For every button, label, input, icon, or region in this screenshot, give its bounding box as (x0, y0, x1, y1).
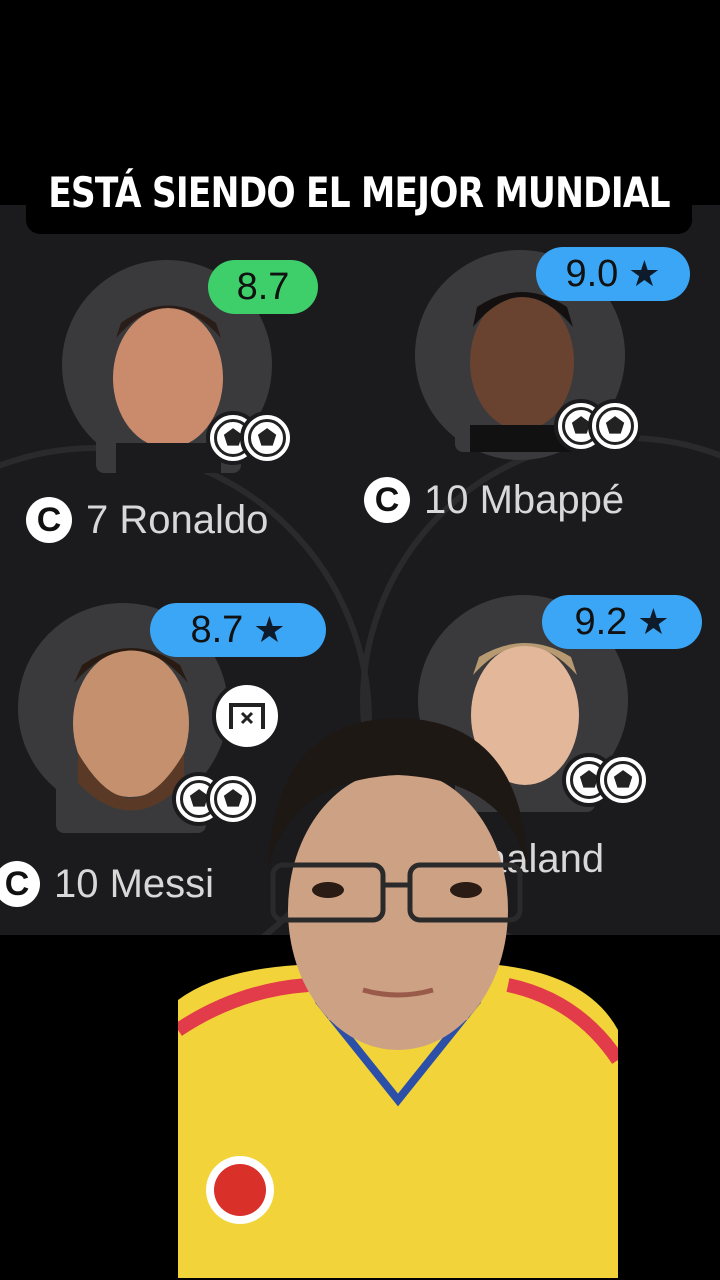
player-name: 7 Ronaldo (86, 497, 269, 542)
rating-value: 8.7 (190, 608, 244, 651)
player-name-row: C 7 Ronaldo (26, 497, 268, 543)
creator-webcam-overlay (178, 700, 618, 1278)
rating-value: 9.0 (565, 252, 619, 295)
player-card-ronaldo[interactable]: 8.7 ⬟ ⬟ C 7 Ronaldo (0, 205, 360, 565)
soccer-ball-icon: ⬟ (240, 411, 294, 465)
caption-text: ESTÁ SIENDO EL MEJOR MUNDIAL (48, 167, 670, 217)
caption-banner: ESTÁ SIENDO EL MEJOR MUNDIAL (26, 150, 692, 234)
captain-icon: C (26, 497, 72, 543)
captain-icon: C (0, 861, 40, 907)
player-name-row: C 10 Mbappé (364, 477, 624, 523)
soccer-ball-icon: ⬟ (588, 399, 642, 453)
star-icon: ★ (637, 601, 670, 642)
player-rating-badge-messi: 8.7 ★ (150, 603, 326, 657)
player-rating-badge: 8.7 (208, 260, 318, 314)
goal-icons: ⬟ ⬟ (554, 399, 642, 453)
star-icon: ★ (628, 253, 661, 294)
captain-icon: C (364, 477, 410, 523)
rating-value: 8.7 (236, 265, 290, 308)
player-rating-badge: 9.2 ★ (542, 595, 702, 649)
goal-icons: ⬟ ⬟ (206, 411, 294, 465)
player-name: 10 Mbappé (424, 477, 625, 522)
rating-value: 9.2 (574, 600, 628, 643)
player-rating-badge: 9.0 ★ (536, 247, 690, 301)
star-icon: ★ (253, 609, 286, 650)
player-card-mbappe[interactable]: 9.0 ★ ⬟ ⬟ C 10 Mbappé (360, 205, 720, 565)
